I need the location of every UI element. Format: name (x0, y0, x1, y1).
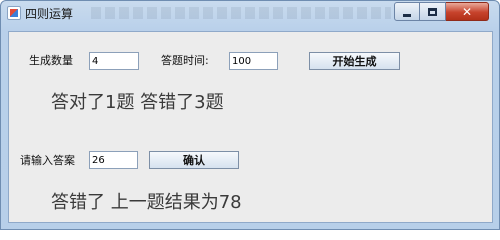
time-label: 答题时间: (161, 54, 209, 67)
generate-button[interactable]: 开始生成 (309, 52, 400, 70)
count-label: 生成数量 (29, 54, 73, 67)
background-window-text (91, 7, 391, 19)
close-icon: ✕ (461, 4, 473, 19)
time-input[interactable] (229, 52, 278, 70)
confirm-button[interactable]: 确认 (149, 151, 239, 169)
count-input[interactable] (89, 52, 139, 70)
window-title: 四则运算 (25, 7, 74, 21)
main-panel: 生成数量 答题时间: 开始生成 答对了1题 答错了3题 请输入答案 确认 答错了… (8, 31, 493, 223)
maximize-button[interactable] (420, 2, 446, 21)
app-window: 四则运算 ✕ 生成数量 答题时间: 开始生成 答对了1题 答错了3题 请输入答案… (0, 0, 500, 230)
close-button[interactable]: ✕ (446, 2, 489, 21)
minimize-icon (403, 13, 411, 17)
title-bar[interactable]: 四则运算 ✕ (1, 1, 499, 25)
score-text: 答对了1题 答错了3题 (51, 92, 224, 113)
minimize-button[interactable] (394, 2, 420, 21)
answer-label: 请输入答案 (20, 154, 75, 167)
maximize-icon (428, 7, 437, 16)
answer-input[interactable] (89, 151, 138, 169)
result-text: 答错了 上一题结果为78 (51, 192, 242, 213)
app-icon (7, 6, 21, 20)
